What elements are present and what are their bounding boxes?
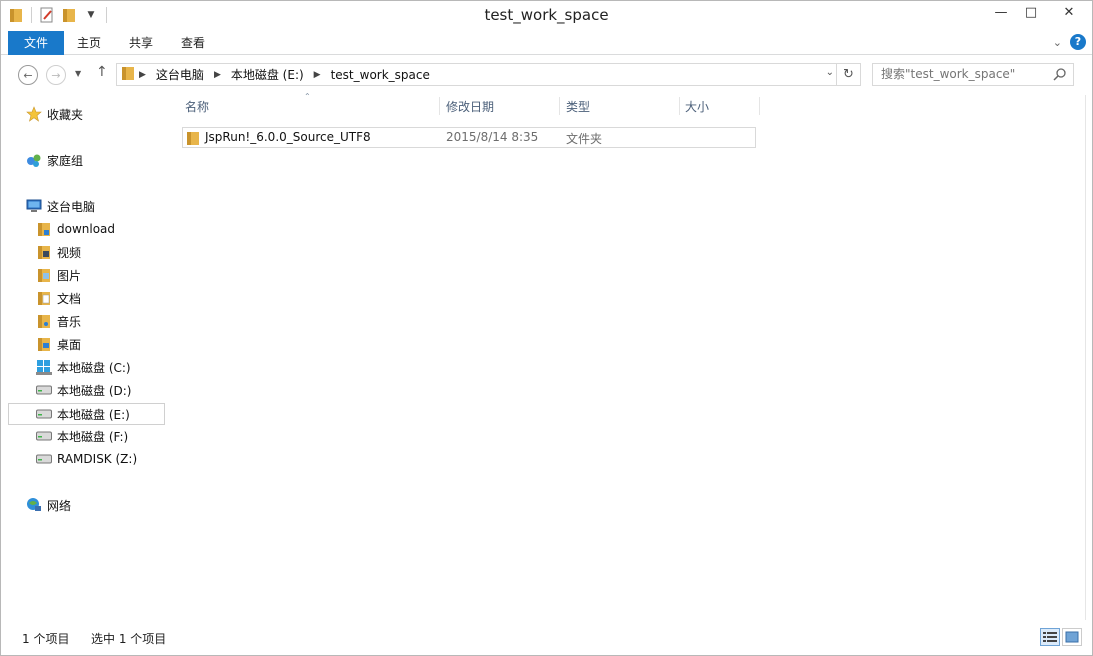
tab-home[interactable]: 主页 <box>67 31 111 55</box>
item-count: 1 个项目 <box>22 632 70 646</box>
folder-location-icon <box>121 65 135 84</box>
breadcrumb-drive-e[interactable]: 本地磁盘 (E:) <box>231 66 304 83</box>
minimize-button[interactable]: — <box>986 1 1016 23</box>
tab-view[interactable]: 查看 <box>171 31 215 55</box>
homegroup-icon <box>26 152 42 168</box>
column-divider[interactable] <box>439 97 440 115</box>
folder-video-icon <box>36 244 52 260</box>
sidebar-item-label: 这台电脑 <box>47 199 96 214</box>
folder-pictures-icon <box>36 267 52 283</box>
column-divider[interactable] <box>759 97 760 115</box>
selection-count: 选中 1 个项目 <box>91 632 167 646</box>
forward-button[interactable]: → <box>46 65 66 85</box>
folder-desktop-icon <box>36 336 52 352</box>
details-view-button[interactable] <box>1040 628 1060 646</box>
large-icons-view-button[interactable] <box>1062 628 1082 646</box>
up-arrow-icon[interactable]: ↑ <box>96 64 108 80</box>
explorer-window: ▼ test_work_space — □ ✕ 文件 主页 共享 查看 ⌄ ? … <box>0 0 1093 656</box>
sidebar-item-label: 图片 <box>57 268 82 283</box>
column-divider[interactable] <box>559 97 560 115</box>
file-row[interactable]: JspRun!_6.0.0_Source_UTF8 2015/8/14 8:35… <box>182 127 756 148</box>
sort-ascending-icon: ⌃ <box>304 92 311 101</box>
sidebar-item-label: 本地磁盘 (F:) <box>57 429 129 444</box>
sidebar-item-this-pc[interactable]: 这台电脑 <box>26 195 183 217</box>
title-bar: ▼ test_work_space — □ ✕ <box>1 1 1092 31</box>
column-header-modified[interactable]: 修改日期 <box>446 95 494 119</box>
sidebar-item-label: 收藏夹 <box>47 107 84 122</box>
address-bar[interactable]: ▶ 这台电脑 ▶ 本地磁盘 (E:) ▶ test_work_space ⌄ ↻ <box>116 63 861 86</box>
drive-icon <box>36 428 52 444</box>
sidebar-item-network[interactable]: 网络 <box>26 494 183 516</box>
sidebar-item-label: 音乐 <box>57 314 82 329</box>
navigation-bar: ← → ▼ ↑ ▶ 这台电脑 ▶ 本地磁盘 (E:) ▶ test_work_s… <box>1 56 1092 94</box>
breadcrumb-current-folder[interactable]: test_work_space <box>331 68 430 82</box>
file-type: 文件夹 <box>566 132 603 146</box>
sidebar-item-label: download <box>57 222 116 236</box>
network-icon <box>26 497 42 513</box>
sidebar-item-drive-e[interactable]: 本地磁盘 (E:) <box>8 403 165 425</box>
window-controls: — □ ✕ <box>986 1 1092 23</box>
folder-documents-icon <box>36 290 52 306</box>
breadcrumb-chevron-icon[interactable]: ▶ <box>214 70 221 80</box>
sidebar-item-label: 网络 <box>47 498 72 513</box>
sidebar-item-label: 视频 <box>57 245 82 260</box>
folder-music-icon <box>36 313 52 329</box>
file-modified: 2015/8/14 8:35 <box>446 130 539 144</box>
ribbon-tabs: 文件 主页 共享 查看 ⌄ ? <box>1 31 1092 55</box>
tab-file[interactable]: 文件 <box>8 31 64 55</box>
search-input[interactable] <box>881 67 1051 81</box>
breadcrumb-chevron-icon[interactable]: ▶ <box>314 70 321 80</box>
breadcrumb-chevron-icon[interactable]: ▶ <box>139 70 146 80</box>
folder-download-icon <box>36 221 52 237</box>
folder-icon <box>186 130 200 149</box>
expand-ribbon-chevron-icon[interactable]: ⌄ <box>1053 36 1062 49</box>
drive-icon <box>36 382 52 398</box>
sidebar-item-label: 本地磁盘 (C:) <box>57 360 131 375</box>
windows-drive-icon <box>36 359 52 375</box>
status-bar: 1 个项目 选中 1 个项目 <box>1 627 1092 649</box>
maximize-button[interactable]: □ <box>1016 1 1046 23</box>
help-icon[interactable]: ? <box>1070 34 1086 50</box>
sidebar-item-label: 文档 <box>57 291 82 306</box>
breadcrumb-this-pc[interactable]: 这台电脑 <box>156 66 204 83</box>
sidebar-item-label: 家庭组 <box>47 153 84 168</box>
window-title: test_work_space <box>484 6 609 24</box>
recent-locations-chevron-icon[interactable]: ▼ <box>75 69 81 78</box>
sidebar-item-label: 本地磁盘 (E:) <box>57 407 130 422</box>
search-icon[interactable] <box>1053 67 1067 84</box>
column-header-type[interactable]: 类型 <box>566 95 590 119</box>
tab-share[interactable]: 共享 <box>119 31 163 55</box>
address-dropdown-chevron-icon[interactable]: ⌄ <box>826 67 834 78</box>
column-divider[interactable] <box>679 97 680 115</box>
sidebar-item-homegroup[interactable]: 家庭组 <box>26 149 183 171</box>
file-name: JspRun!_6.0.0_Source_UTF8 <box>205 130 371 144</box>
search-box[interactable] <box>872 63 1074 86</box>
column-header-name[interactable]: 名称 <box>185 95 209 119</box>
drive-icon <box>36 451 52 467</box>
close-button[interactable]: ✕ <box>1046 1 1092 23</box>
computer-icon <box>26 198 42 214</box>
sidebar-item-label: 本地磁盘 (D:) <box>57 383 132 398</box>
ribbon-right-controls: ⌄ ? <box>1053 34 1086 50</box>
sidebar-item-label: RAMDISK (Z:) <box>57 452 138 466</box>
star-icon <box>26 106 42 122</box>
refresh-icon[interactable]: ↻ <box>836 64 860 85</box>
sidebar-item-label: 桌面 <box>57 337 82 352</box>
file-list: ⌃ 名称 修改日期 类型 大小 JspRun!_6.0.0_Source_UTF… <box>167 92 1085 620</box>
drive-icon <box>36 406 52 422</box>
back-button[interactable]: ← <box>18 65 38 85</box>
column-header-size[interactable]: 大小 <box>685 95 709 119</box>
navigation-pane: 收藏夹 家庭组 这台电脑 download 视频 图片 文档 音乐 桌面 本地磁… <box>8 95 166 615</box>
window-border <box>1085 95 1086 620</box>
sidebar-item-favorites[interactable]: 收藏夹 <box>26 103 183 125</box>
